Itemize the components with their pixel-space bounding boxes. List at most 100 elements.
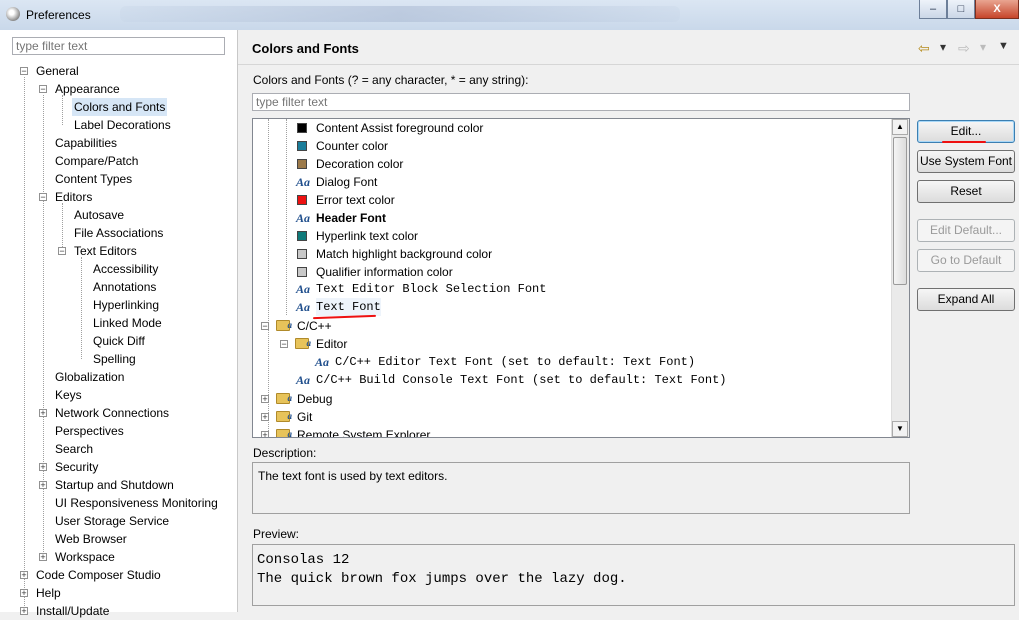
tree-item-perspectives[interactable]: Perspectives [55, 422, 124, 440]
tree-item-keys[interactable]: Keys [55, 386, 82, 404]
list-item-label: Debug [297, 392, 333, 406]
forward-menu-icon[interactable]: ▾ [980, 40, 986, 54]
tree-item-label: Network Connections [55, 406, 170, 420]
back-menu-icon[interactable]: ▾ [940, 40, 946, 54]
collapse-icon[interactable]: − [39, 193, 47, 202]
tree-item-label: Colors and Fonts [74, 100, 166, 114]
tree-guide-line [43, 95, 44, 560]
tree-item-label: General [36, 64, 79, 78]
tree-item-label: Startup and Shutdown [55, 478, 174, 492]
tree-item-label: Label Decorations [74, 118, 171, 132]
maximize-button[interactable]: □ [947, 0, 975, 19]
tree-item-ui-responsiveness-monitoring[interactable]: UI Responsiveness Monitoring [55, 494, 218, 512]
tree-item-colors-and-fonts[interactable]: Colors and Fonts [72, 98, 168, 116]
list-item-label: C/C++ Build Console Text Font (set to de… [316, 373, 727, 387]
preferences-app-icon [6, 7, 20, 21]
folder-icon [276, 389, 292, 407]
back-arrow-icon[interactable]: ⇦ [918, 40, 930, 57]
tree-item-label: Workspace [55, 550, 115, 564]
expand-icon[interactable]: + [39, 481, 47, 490]
tree-item-label: Accessibility [93, 262, 159, 276]
collapse-icon[interactable]: − [39, 85, 47, 94]
color-swatch-icon [297, 231, 307, 241]
list-filter-label: Colors and Fonts (? = any character, * =… [253, 73, 529, 87]
tree-item-linked-mode[interactable]: Linked Mode [93, 314, 162, 332]
tree-item-file-associations[interactable]: File Associations [74, 224, 163, 242]
font-icon: Aa [296, 300, 311, 314]
expand-icon[interactable]: + [39, 463, 47, 472]
expand-icon[interactable]: + [261, 395, 269, 404]
expand-all-button[interactable]: Expand All [917, 288, 1015, 311]
tree-item-label: Keys [55, 388, 82, 402]
expand-icon[interactable]: + [39, 553, 47, 562]
use-system-font-button[interactable]: Use System Font [917, 150, 1015, 173]
tree-guide-line [268, 119, 269, 437]
edit-default-button[interactable]: Edit Default... [917, 219, 1015, 242]
preview-sample-text: The quick brown fox jumps over the lazy … [257, 571, 627, 587]
edit-button[interactable]: Edit... [917, 120, 1015, 143]
go-to-default-button[interactable]: Go to Default [917, 249, 1015, 272]
minimize-button[interactable]: – [919, 0, 947, 19]
tree-item-label: Hyperlinking [93, 298, 160, 312]
view-menu-icon[interactable]: ▼ [998, 40, 1009, 52]
list-item-label: Match highlight background color [316, 247, 493, 261]
tree-item-capabilities[interactable]: Capabilities [55, 134, 117, 152]
colors-fonts-filter-input[interactable] [252, 93, 910, 111]
tree-item-autosave[interactable]: Autosave [74, 206, 124, 224]
scroll-down-icon[interactable]: ▼ [892, 421, 908, 437]
colors-fonts-tree[interactable]: Content Assist foreground color Counter … [252, 118, 910, 438]
list-item-label: C/C++ Editor Text Font (set to default: … [335, 355, 696, 369]
forward-arrow-icon[interactable]: ⇨ [958, 40, 970, 57]
collapse-icon[interactable]: − [58, 247, 66, 256]
blurred-background-title [120, 6, 680, 22]
color-swatch-icon [297, 249, 307, 259]
expand-icon[interactable]: + [20, 607, 28, 616]
tree-item-label: Linked Mode [93, 316, 162, 330]
collapse-icon[interactable]: − [280, 340, 288, 349]
list-scrollbar[interactable]: ▲ ▼ [891, 119, 909, 437]
tree-item-spelling[interactable]: Spelling [93, 350, 136, 368]
tree-filter-input[interactable] [12, 37, 225, 55]
window-titlebar[interactable]: Preferences – □ X [0, 0, 1019, 30]
list-item-label: Header Font [316, 211, 387, 225]
tree-item-annotations[interactable]: Annotations [93, 278, 156, 296]
tree-item-globalization[interactable]: Globalization [55, 368, 124, 386]
list-item-label: Remote System Explorer [297, 428, 431, 438]
list-item-label: Error text color [316, 193, 395, 207]
tree-item-web-browser[interactable]: Web Browser [55, 530, 127, 548]
tree-item-content-types[interactable]: Content Types [55, 170, 132, 188]
close-button[interactable]: X [975, 0, 1019, 19]
expand-icon[interactable]: + [261, 413, 269, 422]
font-icon: Aa [296, 282, 311, 296]
list-item-label: Counter color [316, 139, 389, 153]
color-swatch-icon [297, 267, 307, 277]
expand-icon[interactable]: + [39, 409, 47, 418]
expand-icon[interactable]: + [261, 431, 269, 437]
tree-item-accessibility[interactable]: Accessibility [93, 260, 158, 278]
tree-item-label: Compare/Patch [55, 154, 139, 168]
tree-guide-line [81, 257, 82, 359]
collapse-icon[interactable]: − [261, 322, 269, 331]
scrollbar-thumb[interactable] [893, 137, 907, 285]
list-item-label: Editor [316, 337, 348, 351]
expand-icon[interactable]: + [20, 589, 28, 598]
expand-icon[interactable]: + [20, 571, 28, 580]
collapse-icon[interactable]: − [20, 67, 28, 76]
tree-item-compare-patch[interactable]: Compare/Patch [55, 152, 138, 170]
tree-item-quick-diff[interactable]: Quick Diff [93, 332, 145, 350]
font-preview-box: Consolas 12 The quick brown fox jumps ov… [252, 544, 1015, 606]
tree-guide-line [62, 203, 63, 251]
tree-item-label: Spelling [93, 352, 136, 366]
tree-item-label: User Storage Service [55, 514, 170, 528]
tree-item-search[interactable]: Search [55, 440, 93, 458]
tree-item-label-decorations[interactable]: Label Decorations [74, 116, 171, 134]
folder-icon [276, 407, 292, 425]
reset-button[interactable]: Reset [917, 180, 1015, 203]
preview-label: Preview: [253, 527, 300, 541]
font-icon: Aa [315, 355, 330, 369]
description-box: The text font is used by text editors. [252, 462, 910, 514]
tree-item-user-storage-service[interactable]: User Storage Service [55, 512, 169, 530]
folder-icon [276, 316, 292, 334]
tree-item-hyperlinking[interactable]: Hyperlinking [93, 296, 159, 314]
scroll-up-icon[interactable]: ▲ [892, 119, 908, 135]
